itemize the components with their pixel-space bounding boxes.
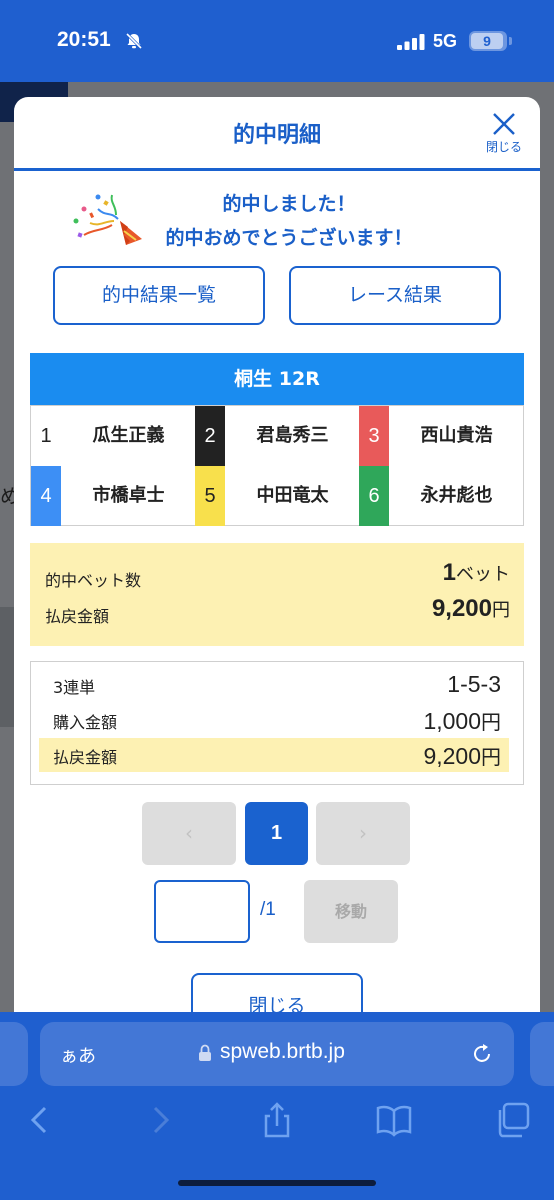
bet-type-row: 3連単 1-5-3	[39, 668, 509, 702]
purchase-label: 購入金額	[53, 713, 118, 732]
racer-entry: 2 君島秀三	[195, 406, 360, 466]
party-popper-icon	[73, 194, 142, 245]
racer-entry: 5 中田竜太	[195, 466, 360, 526]
payout-unit: 円	[492, 600, 510, 621]
bet-detail: 3連単 1-5-3 購入金額 1,000円 払戻金額 9,200円	[30, 661, 524, 785]
back-icon[interactable]	[20, 1100, 60, 1140]
previous-tab-preview[interactable]	[0, 1022, 28, 1086]
racer-name: 西山貴浩	[420, 425, 493, 446]
hit-message: 的中しました！	[222, 193, 356, 215]
battery-level: 9	[471, 33, 503, 49]
lane-number: 4	[31, 466, 61, 526]
close-icon	[493, 113, 515, 135]
combination-value: 1-5-3	[447, 671, 501, 697]
forward-icon[interactable]	[140, 1100, 180, 1140]
payout-amount: 9,200	[431, 595, 492, 622]
lane-number: 3	[359, 406, 389, 466]
page-number-input[interactable]	[154, 880, 250, 943]
lane-number: 2	[195, 406, 225, 466]
close-x-label: 閉じる	[485, 140, 522, 154]
hit-bets-value: 1ベット	[443, 559, 510, 587]
bell-slash-icon	[125, 32, 143, 50]
hit-bets-count: 1	[442, 559, 456, 586]
browser-toolbar: ぁあ spweb.brtb.jp	[0, 1012, 554, 1200]
close-x-button[interactable]: 閉じる	[479, 111, 529, 161]
lock-icon	[199, 1044, 211, 1061]
network-label: 5G	[433, 31, 458, 51]
racer-entry: 1 瓜生正義	[31, 406, 196, 466]
purchase-value: 1,000円	[423, 706, 501, 735]
racer-name: 永井彪也	[420, 485, 493, 506]
status-bar: 20:51 5G 9	[0, 0, 554, 82]
results-list-button[interactable]: 的中結果一覧	[53, 266, 265, 325]
next-page-button[interactable]: ›	[316, 802, 410, 865]
racer-entry: 4 市橋卓士	[31, 466, 196, 526]
racer-name: 中田竜太	[256, 485, 329, 506]
racer-table: 1 瓜生正義 2 君島秀三 3 西山貴浩 4 市橋卓士 5 中田竜太 6 永井彪…	[30, 405, 524, 526]
next-tab-preview[interactable]	[530, 1022, 554, 1086]
close-button[interactable]: 閉じる	[191, 973, 363, 1017]
modal-title: 的中明細	[232, 123, 321, 148]
purchase-amount: 1,000	[423, 708, 481, 734]
purchase-row: 購入金額 1,000円	[39, 703, 509, 737]
payout-value: 9,200円	[432, 595, 510, 623]
detail-payout-label: 払戻金額	[53, 748, 118, 767]
lane-number: 5	[195, 466, 225, 526]
bet-type-label: 3連単	[53, 678, 96, 697]
racer-name: 瓜生正義	[92, 425, 165, 446]
address-bar[interactable]: ぁあ spweb.brtb.jp	[40, 1022, 514, 1086]
race-results-button[interactable]: レース結果	[289, 266, 501, 325]
racer-entry: 3 西山貴浩	[359, 406, 524, 466]
detail-payout-row: 払戻金額 9,200円	[39, 738, 509, 772]
url-text: spweb.brtb.jp	[220, 1040, 345, 1063]
bookmarks-icon[interactable]	[374, 1100, 414, 1140]
hit-summary: 的中ベット数 1ベット 払戻金額 9,200円	[30, 543, 524, 646]
hit-detail-modal: 的中明細 閉じる 的中しました！ 的中おめでとうございます！ 的中結果一覧 レー…	[14, 97, 540, 1017]
battery-icon: 9	[469, 31, 507, 51]
signal-icon	[397, 34, 425, 50]
purchase-unit: 円	[481, 710, 501, 734]
detail-payout-value: 9,200円	[423, 741, 501, 770]
lane-number: 1	[31, 406, 61, 466]
lane-number: 6	[359, 466, 389, 526]
page-total: /1	[260, 899, 276, 920]
payout-label: 払戻金額	[45, 607, 110, 626]
prev-page-button[interactable]: ‹	[142, 802, 236, 865]
current-page-button[interactable]: 1	[245, 802, 308, 865]
racer-entry: 6 永井彪也	[359, 466, 524, 526]
reload-icon[interactable]	[470, 1042, 494, 1066]
page-settings-button[interactable]: ぁあ	[60, 1042, 96, 1068]
modal-header: 的中明細 閉じる	[14, 97, 540, 171]
detail-payout-amount: 9,200	[423, 743, 481, 769]
racer-name: 君島秀三	[256, 425, 329, 446]
tabs-icon[interactable]	[492, 1100, 532, 1140]
move-button[interactable]: 移動	[304, 880, 398, 943]
congrats-message: 的中おめでとうございます！	[165, 227, 413, 249]
racer-name: 市橋卓士	[92, 485, 165, 506]
race-title: 桐生 12R	[30, 353, 524, 405]
share-icon[interactable]	[257, 1100, 297, 1140]
backdrop-card-edge	[0, 607, 14, 727]
home-indicator	[178, 1180, 376, 1186]
hit-bets-unit: ベット	[456, 564, 510, 585]
battery-nub	[509, 37, 512, 45]
hit-bets-label: 的中ベット数	[45, 571, 142, 590]
detail-payout-unit: 円	[481, 745, 501, 769]
status-time: 20:51	[57, 28, 111, 51]
